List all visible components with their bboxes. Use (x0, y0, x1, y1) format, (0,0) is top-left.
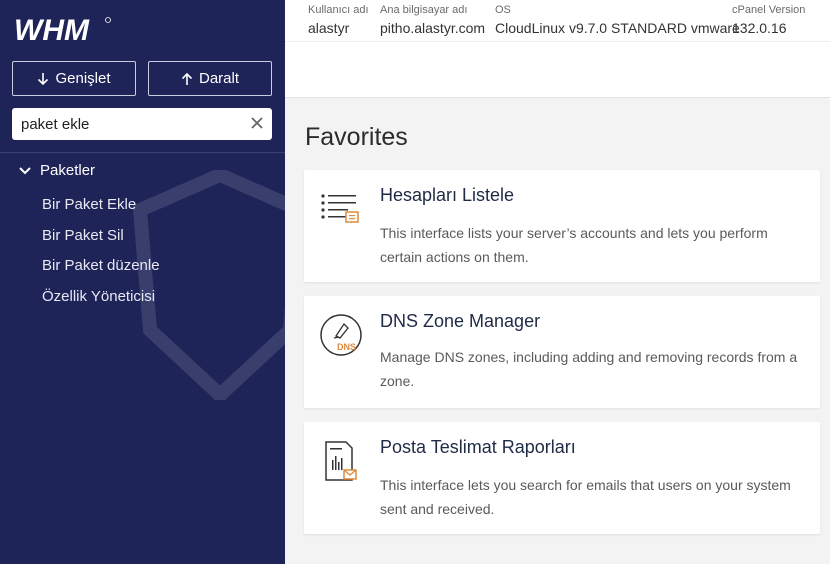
hostname-value: pitho.alastyr.com (380, 20, 486, 36)
card-title: Hesapları Listele (380, 185, 515, 205)
nav-item-delete-package[interactable]: Bir Paket Sil (42, 224, 160, 255)
svg-text:WHM: WHM (14, 14, 90, 46)
server-info-header: Kullanıcı adı alastyr Ana bilgisayar adı… (285, 0, 830, 98)
card-mail-delivery-reports[interactable]: Posta Teslimat Raporları This interface … (304, 422, 820, 534)
collapse-button[interactable]: Daralt (148, 61, 272, 96)
username-value: alastyr (308, 20, 350, 36)
category-paketler[interactable]: Paketler (18, 162, 95, 179)
sidebar: WHM Genişlet Daralt Paketler Bir Paket E… (0, 0, 285, 564)
whm-logo[interactable]: WHM (14, 14, 114, 46)
nav-item-feature-manager[interactable]: Özellik Yöneticisi (42, 285, 160, 316)
list-accounts-icon (321, 194, 359, 223)
search-input[interactable] (12, 109, 242, 139)
mail-report-icon (325, 441, 357, 481)
arrow-down-icon (38, 72, 49, 85)
chevron-down-icon (19, 166, 31, 174)
expand-collapse-row: Genişlet Daralt (12, 61, 272, 96)
os-value: CloudLinux v9.7.0 STANDARD vmware (495, 20, 740, 36)
header-divider (285, 41, 830, 42)
version-info: cPanel Version 132.0.16 (732, 2, 805, 38)
hostname-label: Ana bilgisayar adı (380, 4, 468, 16)
version-value: 132.0.16 (732, 20, 787, 36)
expand-label: Genişlet (55, 70, 111, 87)
nav-item-add-package[interactable]: Bir Paket Ekle (42, 193, 160, 224)
card-description: This interface lists your server’s accou… (380, 225, 768, 265)
version-label: cPanel Version (732, 4, 806, 16)
card-description: Manage DNS zones, including adding and r… (380, 349, 798, 389)
username-label: Kullanıcı adı (308, 4, 369, 16)
card-title: DNS Zone Manager (380, 311, 541, 331)
arrow-up-icon (181, 72, 193, 85)
sidebar-divider (0, 152, 285, 153)
card-title: Posta Teslimat Raporları (380, 437, 576, 457)
hostname-info: Ana bilgisayar adı pitho.alastyr.com (380, 2, 485, 38)
card-list-accounts[interactable]: Hesapları Listele This interface lists y… (304, 170, 820, 282)
nav-item-edit-package[interactable]: Bir Paket düzenle (42, 254, 160, 285)
svg-text:DNS: DNS (337, 342, 356, 352)
expand-button[interactable]: Genişlet (12, 61, 136, 96)
favorites-title: Favorites (305, 123, 408, 151)
collapse-label: Daralt (198, 70, 239, 87)
clear-search-icon[interactable] (250, 116, 264, 130)
nav-list: Bir Paket Ekle Bir Paket Sil Bir Paket d… (42, 193, 160, 315)
category-label: Paketler (40, 162, 96, 179)
dns-icon: DNS (320, 314, 362, 356)
username-info: Kullanıcı adı alastyr (308, 2, 369, 38)
os-label: OS (495, 4, 511, 16)
card-description: This interface lets you search for email… (380, 477, 791, 517)
os-info: OS CloudLinux v9.7.0 STANDARD vmware (495, 2, 740, 38)
card-dns-zone-manager[interactable]: DNS DNS Zone Manager Manage DNS zones, i… (304, 296, 820, 408)
search-box (12, 108, 272, 140)
